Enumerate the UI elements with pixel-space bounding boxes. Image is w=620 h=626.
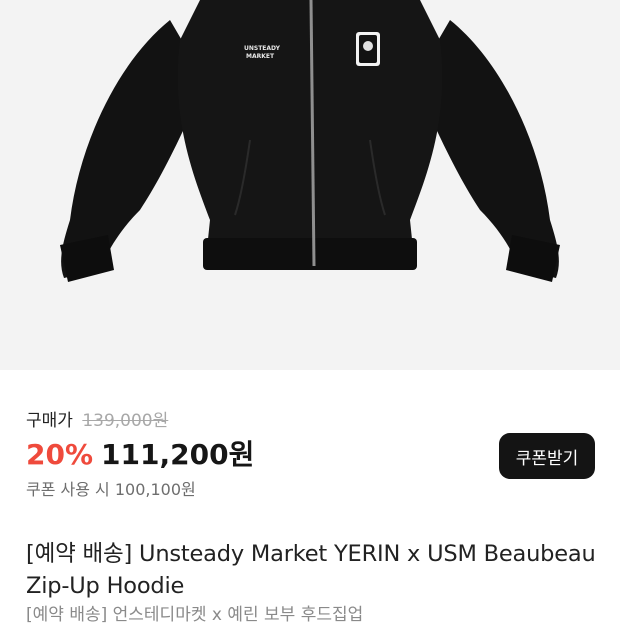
product-title: [예약 배송] Unsteady Market YERIN x USM Beau… [26,541,596,599]
sale-price-row: 20% 111,200원 [26,438,254,472]
original-price: 139,000원 [82,411,169,431]
product-image[interactable]: UNSTEADY MARKET [0,0,620,370]
svg-text:MARKET: MARKET [246,53,275,60]
hoodie-illustration: UNSTEADY MARKET [0,0,620,370]
coupon-price-text: 쿠폰 사용 시 100,100원 [26,480,196,499]
price-label: 구매가 [26,411,73,431]
product-info: 구매가 139,000원 20% 111,200원 쿠폰 사용 시 100,100… [0,370,620,625]
product-subtitle: [예약 배송] 언스테디마켓 x 예린 보부 후드집업 [26,605,364,625]
original-price-row: 구매가 139,000원 [26,410,168,432]
svg-text:UNSTEADY: UNSTEADY [244,45,281,52]
sale-price: 111,200원 [101,438,255,471]
discount-percent: 20% [26,438,94,471]
get-coupon-button[interactable]: 쿠폰받기 [499,433,595,479]
